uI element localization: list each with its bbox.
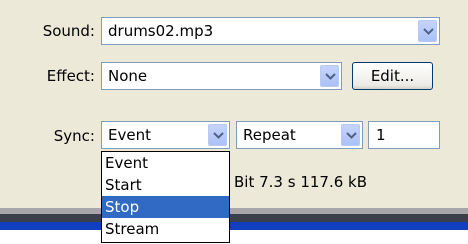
repeat-dropdown-button[interactable] xyxy=(341,124,360,146)
sync-option-stop[interactable]: Stop xyxy=(102,196,229,218)
effect-dropdown-button[interactable] xyxy=(320,65,339,87)
sound-label: Sound: xyxy=(42,22,95,40)
chevron-down-icon xyxy=(325,73,336,80)
bottom-area xyxy=(0,230,468,244)
repeat-value: Repeat xyxy=(243,126,296,144)
sync-select[interactable]: Event xyxy=(101,121,230,149)
sync-option-stream[interactable]: Stream xyxy=(102,218,229,240)
chevron-down-icon xyxy=(346,132,357,139)
repeat-count-input[interactable]: 1 xyxy=(368,121,440,149)
chevron-down-icon xyxy=(213,132,224,139)
sync-dropdown-list: Event Start Stop Stream xyxy=(101,151,230,243)
divider-dark xyxy=(0,214,468,222)
accent-bar xyxy=(0,222,468,230)
sync-dropdown-button[interactable] xyxy=(208,124,227,146)
sound-value: drums02.mp3 xyxy=(108,22,214,40)
repeat-select[interactable]: Repeat xyxy=(236,121,363,149)
sync-label: Sync: xyxy=(53,127,95,145)
sync-value: Event xyxy=(108,126,151,144)
sync-option-event[interactable]: Event xyxy=(102,152,229,174)
effect-value: None xyxy=(108,67,148,85)
edit-button[interactable]: Edit... xyxy=(352,62,433,90)
effect-label: Effect: xyxy=(46,67,95,85)
sound-properties-panel: Sound: drums02.mp3 Effect: None Edit... … xyxy=(0,0,468,208)
effect-select[interactable]: None xyxy=(101,62,342,90)
sound-info-text: Bit 7.3 s 117.6 kB xyxy=(234,173,368,191)
sync-option-start[interactable]: Start xyxy=(102,174,229,196)
sound-select[interactable]: drums02.mp3 xyxy=(101,17,440,45)
chevron-down-icon xyxy=(423,28,434,35)
sound-dropdown-button[interactable] xyxy=(418,20,437,42)
